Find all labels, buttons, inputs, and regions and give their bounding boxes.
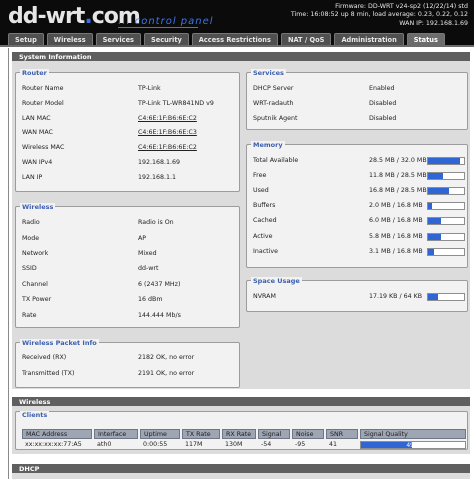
col-uptime[interactable]: Uptime <box>140 429 180 439</box>
clients-fieldset: Clients MAC Address Interface Uptime TX … <box>15 411 468 450</box>
memory-active-bar <box>427 233 465 241</box>
main-tabs: Setup Wireless Services Security Access … <box>8 33 445 45</box>
client-tx-rate: 117M <box>185 441 203 448</box>
memory-buffers-row: Buffers 2.0 MB / 16.8 MB <box>253 202 465 211</box>
memory-legend: Memory <box>251 141 285 149</box>
tab-services[interactable]: Services <box>95 33 141 45</box>
memory-total-row: Total Available 28.5 MB / 32.0 MB <box>253 157 465 166</box>
memory-free-row: Free 11.8 MB / 28.5 MB <box>253 172 465 181</box>
tab-security[interactable]: Security <box>143 33 189 45</box>
packet-info-fieldset: Wireless Packet Info Received (RX) 2182 O… <box>15 339 240 388</box>
uptime-text: Time: 16:08:52 up 8 min, load average: 0… <box>290 11 468 19</box>
memory-active-row: Active 5.8 MB / 16.8 MB <box>253 233 465 242</box>
memory-inactive-bar <box>427 248 465 256</box>
nvram-bar <box>427 293 465 301</box>
tab-administration[interactable]: Administration <box>334 33 404 45</box>
dhcp-section-body <box>12 473 470 479</box>
col-signal-quality[interactable]: Signal Quality <box>360 429 466 439</box>
nvram-row: NVRAM 17.19 KB / 64 KB <box>253 293 465 302</box>
memory-total-bar <box>427 157 465 165</box>
router-fieldset: Router Router Name TP-Link Router Model TP… <box>15 69 240 192</box>
col-rx-rate[interactable]: RX Rate <box>222 429 256 439</box>
tab-status[interactable]: Status <box>406 33 445 45</box>
lan-mac-link[interactable]: C4:6E:1F:B6:6E:C2 <box>138 115 197 122</box>
firmware-text: Firmware: DD-WRT v24-sp2 (12/22/14) std <box>335 3 468 10</box>
wireless-mac-link[interactable]: C4:6E:1F:B6:6E:C2 <box>138 144 197 151</box>
memory-inactive-row: Inactive 3.1 MB / 16.8 MB <box>253 248 465 257</box>
router-info: Firmware: DD-WRT v24-sp2 (12/22/14) std … <box>291 3 468 28</box>
tab-setup[interactable]: Setup <box>8 33 44 45</box>
wireless-legend: Wireless <box>20 203 56 211</box>
space-usage-fieldset: Space Usage NVRAM 17.19 KB / 64 KB <box>246 277 468 312</box>
memory-fieldset: Memory Total Available 28.5 MB / 32.0 MB … <box>246 141 468 268</box>
header: dd-wrt.com ... control panel Firmware: D… <box>0 0 474 46</box>
tab-wireless[interactable]: Wireless <box>46 33 93 45</box>
memory-cached-bar <box>427 217 465 225</box>
col-noise[interactable]: Noise <box>292 429 324 439</box>
client-snr: 41 <box>329 441 338 448</box>
wan-mac-link[interactable]: C4:6E:1F:B6:6E:C3 <box>138 129 197 136</box>
tab-baseline <box>0 45 474 47</box>
client-uptime: 0:00:55 <box>143 441 168 448</box>
col-snr[interactable]: SNR <box>326 429 358 439</box>
client-mac: xx:xx:xx:xx:77:A5 <box>25 441 82 448</box>
col-mac-address[interactable]: MAC Address <box>22 429 92 439</box>
client-signal-quality-label: 49% <box>406 442 420 449</box>
dhcp-section-title: DHCP <box>12 464 470 473</box>
packet-info-legend: Wireless Packet Info <box>20 339 99 347</box>
router-legend: Router <box>20 69 49 77</box>
transmitted-row: Transmitted (TX) 2191 OK, no error <box>22 370 195 377</box>
client-noise: -95 <box>295 441 306 448</box>
memory-buffers-bar <box>427 202 465 210</box>
services-legend: Services <box>251 69 286 77</box>
space-usage-legend: Space Usage <box>251 277 302 285</box>
system-info-title: System Information <box>12 52 470 61</box>
tab-access-restrictions[interactable]: Access Restrictions <box>191 33 278 45</box>
col-signal[interactable]: Signal <box>258 429 290 439</box>
control-panel-label: ... control panel <box>118 16 214 27</box>
tab-nat-qos[interactable]: NAT / QoS <box>280 33 332 45</box>
received-row: Received (RX) 2182 OK, no error <box>22 354 195 361</box>
control-panel-underline <box>118 27 198 28</box>
services-fieldset: Services DHCP Server Enabled WRT-radauth D… <box>246 69 468 130</box>
col-tx-rate[interactable]: TX Rate <box>182 429 220 439</box>
memory-free-bar <box>427 172 465 180</box>
wireless-section-title: Wireless <box>12 397 470 406</box>
memory-used-bar <box>427 187 465 195</box>
clients-legend: Clients <box>20 411 50 419</box>
client-rx-rate: 130M <box>225 441 243 448</box>
client-signal-quality-bar: 49% <box>360 441 466 449</box>
wireless-fieldset: Wireless Radio Radio is On Mode AP Network… <box>15 203 240 328</box>
client-signal: -54 <box>261 441 272 448</box>
wan-ip-text: WAN IP: 192.168.1.69 <box>399 19 468 27</box>
memory-cached-row: Cached 6.0 MB / 16.8 MB <box>253 217 465 226</box>
client-interface: ath0 <box>97 441 112 448</box>
col-interface[interactable]: Interface <box>94 429 138 439</box>
memory-used-row: Used 16.8 MB / 28.5 MB <box>253 187 465 196</box>
